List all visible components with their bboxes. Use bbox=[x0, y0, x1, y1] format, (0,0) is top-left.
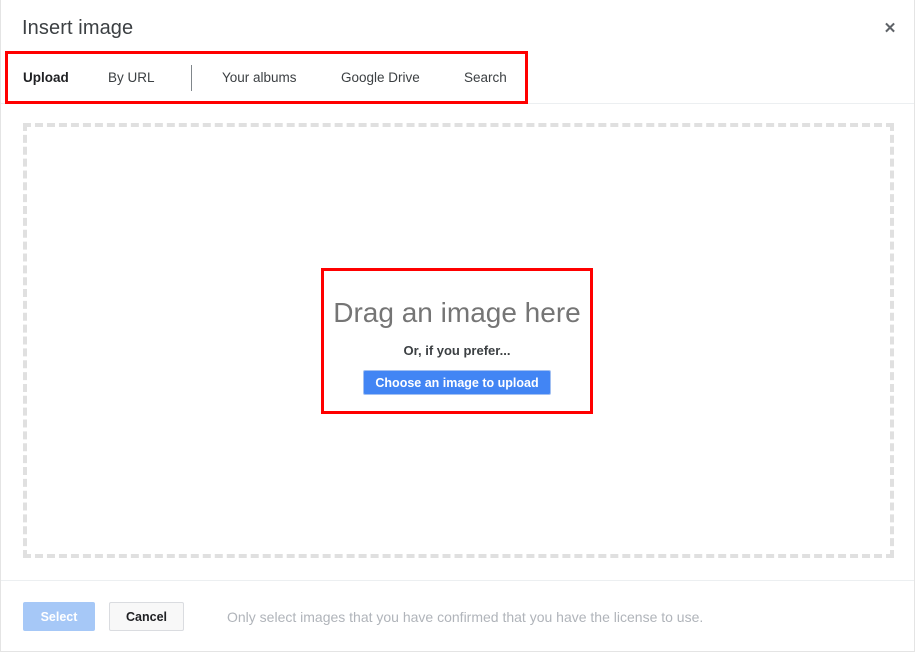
dropzone-content-annotation-box: Drag an image here Or, if you prefer... … bbox=[321, 268, 593, 414]
tab-by-url[interactable]: By URL bbox=[108, 51, 155, 103]
tab-search-label: Search bbox=[464, 69, 507, 85]
close-icon: ✕ bbox=[883, 19, 897, 37]
tab-group-divider bbox=[191, 65, 192, 91]
tab-google-drive[interactable]: Google Drive bbox=[341, 51, 420, 103]
license-note: Only select images that you have confirm… bbox=[227, 609, 704, 625]
tab-upload-label: Upload bbox=[23, 69, 69, 85]
insert-image-dialog: Insert image ✕ Upload By URL Your albums… bbox=[0, 0, 915, 652]
tab-google-drive-label: Google Drive bbox=[341, 69, 420, 85]
tab-strip: Upload By URL Your albums Google Drive S… bbox=[1, 51, 914, 104]
tab-search[interactable]: Search bbox=[464, 51, 507, 103]
dialog-titlebar: Insert image ✕ bbox=[1, 0, 914, 51]
tab-by-url-label: By URL bbox=[108, 69, 155, 85]
tab-your-albums[interactable]: Your albums bbox=[222, 51, 297, 103]
cancel-button[interactable]: Cancel bbox=[109, 602, 184, 631]
or-if-you-prefer-label: Or, if you prefer... bbox=[403, 343, 511, 358]
dialog-footer: Select Cancel Only select images that yo… bbox=[1, 580, 914, 651]
select-button-label: Select bbox=[40, 609, 78, 624]
drag-image-here-label: Drag an image here bbox=[333, 297, 581, 328]
close-button[interactable]: ✕ bbox=[873, 12, 907, 44]
dialog-title: Insert image bbox=[22, 17, 134, 39]
tab-upload[interactable]: Upload bbox=[23, 51, 69, 103]
cancel-button-label: Cancel bbox=[126, 609, 167, 624]
select-button[interactable]: Select bbox=[23, 602, 95, 631]
tab-your-albums-label: Your albums bbox=[222, 69, 297, 85]
choose-an-image-to-upload-button[interactable]: Choose an image to upload bbox=[363, 370, 551, 395]
choose-an-image-to-upload-label: Choose an image to upload bbox=[375, 375, 539, 390]
